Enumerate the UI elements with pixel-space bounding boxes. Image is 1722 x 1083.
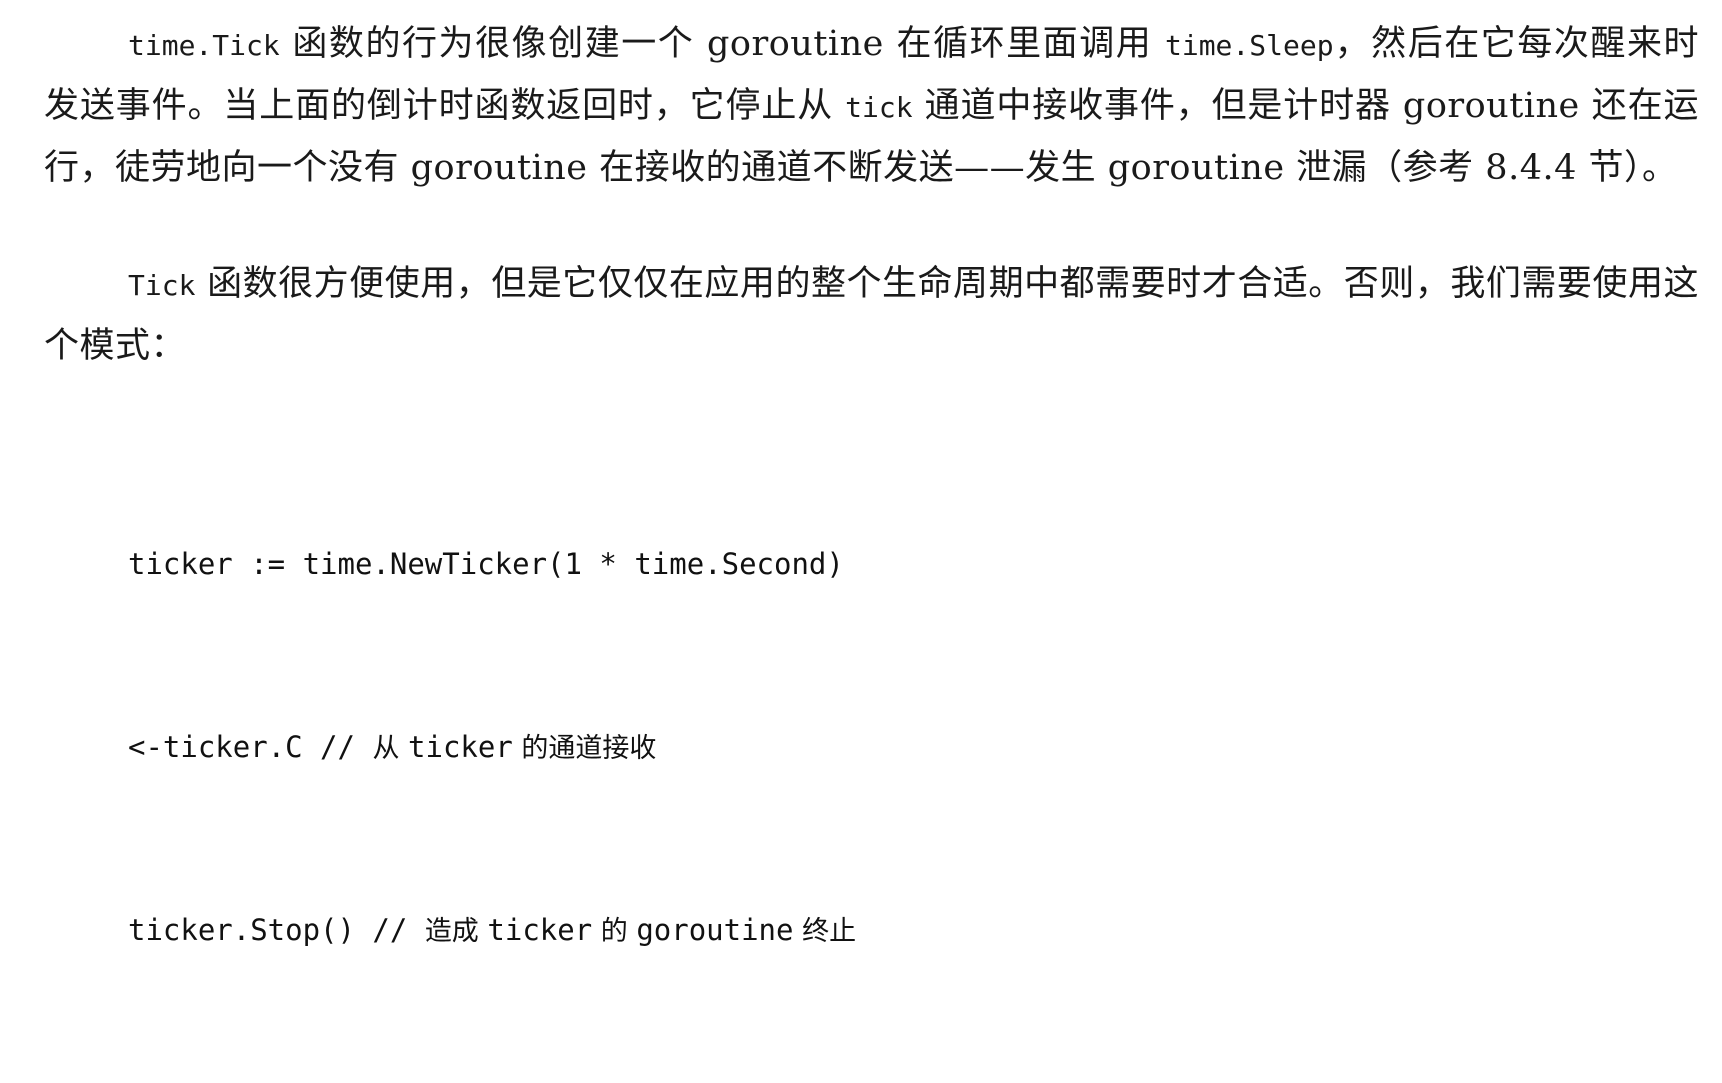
code-text: <-ticker.C // [128, 730, 373, 764]
inline-code-tick: tick [845, 91, 913, 124]
inline-code-time-tick: time.Tick [128, 29, 280, 62]
paragraph-text: 函数很方便使用，但是它仅仅在应用的整个生命周期中都需要时才合适。否则，我们需要使… [44, 264, 1699, 366]
code-comment: 造成 [424, 916, 488, 947]
code-line: <-ticker.C // 从 ticker 的通道接收 [128, 717, 856, 778]
code-comment-code: ticker [408, 730, 513, 764]
code-comment: 从 [372, 733, 409, 764]
book-page: time.Tick 函数的行为很像创建一个 goroutine 在循环里面调用 … [0, 0, 1722, 947]
paragraph-text: 函数的行为很像创建一个 goroutine 在循环里面调用 [279, 24, 1165, 64]
code-block: ticker := time.NewTicker(1 * time.Second… [128, 412, 856, 1083]
code-comment-code: goroutine [636, 913, 794, 947]
inline-code-tick-func: Tick [128, 269, 196, 302]
paragraph-time-tick: time.Tick 函数的行为很像创建一个 goroutine 在循环里面调用 … [44, 14, 1699, 198]
code-comment: 的通道接收 [512, 733, 657, 764]
inline-code-time-sleep: time.Sleep [1164, 29, 1334, 62]
code-comment-code: ticker [487, 913, 593, 947]
code-comment: 的 [592, 916, 637, 947]
code-line: ticker := time.NewTicker(1 * time.Second… [128, 534, 856, 595]
code-text: ticker := time.NewTicker(1 * time.Second… [128, 547, 844, 581]
code-comment: 终止 [793, 916, 857, 947]
code-line: ticker.Stop() // 造成 ticker 的 goroutine 终… [128, 900, 856, 961]
paragraph-tick-usage: Tick 函数很方便使用，但是它仅仅在应用的整个生命周期中都需要时才合适。否则，… [44, 254, 1699, 376]
code-text: ticker.Stop() // [128, 913, 425, 947]
